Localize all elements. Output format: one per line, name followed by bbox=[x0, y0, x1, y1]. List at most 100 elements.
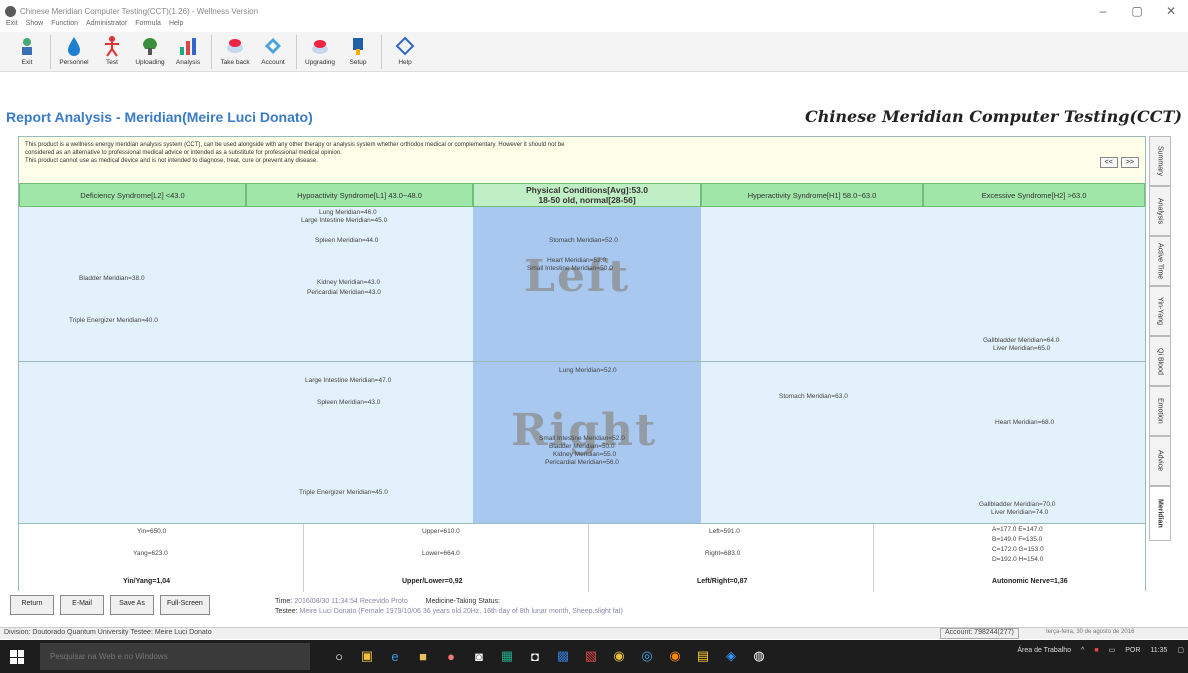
menu-help[interactable]: Help bbox=[169, 20, 183, 32]
app-icon-6[interactable]: ▤ bbox=[694, 646, 712, 666]
disclaimer-notice: This product is a wellness energy meridi… bbox=[19, 137, 1145, 183]
app-icon-8[interactable]: ◍ bbox=[750, 646, 768, 666]
notification-icon[interactable]: ▢ bbox=[1177, 646, 1184, 654]
meridian-value: Large Intestine Meridian=45.0 bbox=[301, 217, 388, 224]
meridian-value: Triple Energizer Meridian=40.0 bbox=[69, 317, 158, 324]
test-button[interactable]: Test bbox=[93, 32, 131, 72]
tray-app-icon[interactable]: ■ bbox=[1094, 647, 1098, 654]
testee-label: Testee: bbox=[275, 608, 298, 615]
folder-icon[interactable]: ■ bbox=[414, 646, 432, 666]
save-as-button[interactable]: Save As bbox=[110, 595, 154, 615]
tab-summary[interactable]: Summary bbox=[1149, 136, 1171, 186]
maximize-icon[interactable]: ▢ bbox=[1120, 2, 1154, 20]
meridian-value: Large Intestine Meridian=47.0 bbox=[305, 377, 392, 384]
return-button[interactable]: Return bbox=[10, 595, 54, 615]
tab-qi-blood[interactable]: Qi Blood bbox=[1149, 336, 1171, 386]
taskbar-search-input[interactable]: Pesquisar na Web e no Windows bbox=[40, 643, 310, 670]
edge-browser-icon[interactable]: e bbox=[386, 646, 404, 666]
analysis-chart-icon bbox=[180, 38, 196, 55]
tab-analysis[interactable]: Analysis bbox=[1149, 186, 1171, 236]
meridian-value: Pericardial Meridian=43.0 bbox=[307, 289, 381, 296]
analysis-button[interactable]: Analysis bbox=[169, 32, 207, 72]
window-title: Chinese Meridian Computer Testing(CCT)(1… bbox=[20, 6, 259, 16]
status-bar: Division: Doutorado Quantum University T… bbox=[0, 627, 1188, 639]
task-view-icon[interactable]: ○ bbox=[330, 646, 348, 666]
firefox-icon[interactable]: ◉ bbox=[666, 646, 684, 666]
meridian-value: Lung Meridian=46.0 bbox=[319, 209, 377, 216]
chevron-up-icon[interactable]: ^ bbox=[1081, 647, 1084, 654]
meridian-grid: Left Bladder Meridian=38.0 Triple Energi… bbox=[19, 207, 1145, 523]
tab-advice[interactable]: Advice bbox=[1149, 436, 1171, 486]
menu-function[interactable]: Function bbox=[51, 20, 78, 32]
store-icon[interactable]: ◘ bbox=[526, 646, 544, 666]
take-back-button[interactable]: Take back bbox=[216, 32, 254, 72]
app-icon-3[interactable]: ▩ bbox=[554, 646, 572, 666]
language-indicator[interactable]: POR bbox=[1125, 647, 1140, 654]
status-division: Division: Doutorado Quantum University T… bbox=[4, 629, 212, 636]
exit-button[interactable]: Exit bbox=[8, 32, 46, 72]
app-icon-1[interactable]: ● bbox=[442, 646, 460, 666]
upgrading-button[interactable]: Upgrading bbox=[301, 32, 339, 72]
meridian-value: Kidney Meridian=43.0 bbox=[317, 279, 381, 286]
tab-emotion[interactable]: Emotion bbox=[1149, 386, 1171, 436]
clock[interactable]: 11:35 bbox=[1150, 647, 1167, 654]
person-drop-icon bbox=[68, 37, 80, 56]
bottom-actions: Return E-Mail Save As Full-Screen bbox=[10, 595, 210, 615]
app-icon-5[interactable]: ◎ bbox=[638, 646, 656, 666]
testee-value: Meire Luci Donato (Female 1979/10/06 36 … bbox=[299, 608, 623, 615]
windows-start-icon[interactable] bbox=[10, 650, 24, 664]
minimize-icon[interactable]: – bbox=[1086, 2, 1120, 20]
meridian-value: Kidney Meridian=55.0 bbox=[553, 451, 617, 458]
meridian-value: Liver Meridian=74.0 bbox=[991, 509, 1049, 516]
close-icon[interactable]: ✕ bbox=[1154, 2, 1188, 20]
app-icon-2[interactable]: ▦ bbox=[498, 646, 516, 666]
syndrome-header-row: Deficiency Syndrome[L2] <43.0 Hypoactivi… bbox=[19, 183, 1145, 207]
header-hyperactivity: Hyperactivity Syndrome[H1] 58.0~63.0 bbox=[701, 183, 923, 207]
toolbar: Exit Personnel Test Uploading Analysis T… bbox=[0, 32, 1188, 72]
setup-icon bbox=[353, 38, 363, 55]
account-icon bbox=[265, 38, 281, 54]
menu-exit[interactable]: Exit bbox=[6, 20, 18, 32]
next-page-button[interactable]: >> bbox=[1120, 157, 1139, 168]
meridian-value: Bladder Meridian=50.0 bbox=[549, 443, 615, 450]
file-explorer-icon[interactable]: ▣ bbox=[358, 646, 376, 666]
meridian-value: Spleen Meridian=43.0 bbox=[317, 399, 381, 406]
meridian-value: Stomach Meridian=52.0 bbox=[549, 237, 618, 244]
meridian-value: Triple Energizer Meridian=45.0 bbox=[299, 489, 388, 496]
status-date: terça-feira, 30 de agosto de 2016 bbox=[1046, 629, 1135, 635]
app-icon-4[interactable]: ▧ bbox=[582, 646, 600, 666]
taskbar-apps: ○ ▣ e ■ ● ◙ ▦ ◘ ▩ ▧ ◉ ◎ ◉ ▤ ◈ ◍ bbox=[330, 646, 768, 666]
menu-administrator[interactable]: Administrator bbox=[86, 20, 127, 32]
time-label: Time: bbox=[275, 598, 293, 605]
chrome-icon[interactable]: ◉ bbox=[610, 646, 628, 666]
uploading-button[interactable]: Uploading bbox=[131, 32, 169, 72]
account-button[interactable]: Account bbox=[254, 32, 292, 72]
email-button[interactable]: E-Mail bbox=[60, 595, 104, 615]
upload-icon bbox=[143, 38, 157, 55]
summary-row: Yin=650.0 Yang=623.0 Yin/Yang=1,04 Upper… bbox=[19, 523, 1145, 592]
personnel-button[interactable]: Personnel bbox=[55, 32, 93, 72]
menu-show[interactable]: Show bbox=[26, 20, 44, 32]
setup-button[interactable]: Setup bbox=[339, 32, 377, 72]
app-icon-7[interactable]: ◈ bbox=[722, 646, 740, 666]
status-account: Account: 798244(277) bbox=[940, 628, 1019, 639]
upgrade-icon bbox=[312, 40, 328, 54]
tab-meridian[interactable]: Meridian bbox=[1149, 486, 1171, 541]
prev-page-button[interactable]: << bbox=[1099, 157, 1118, 168]
meridian-value: Heart Meridian=52.0 bbox=[547, 257, 607, 264]
desktop-label[interactable]: Área de Trabalho bbox=[1017, 647, 1071, 654]
menu-formula[interactable]: Formula bbox=[135, 20, 161, 32]
tab-yin-yang[interactable]: Yin-Yang bbox=[1149, 286, 1171, 336]
full-screen-button[interactable]: Full-Screen bbox=[160, 595, 210, 615]
network-icon[interactable]: ▭ bbox=[1109, 646, 1116, 654]
help-button[interactable]: Help bbox=[386, 32, 424, 72]
meridian-value: Small Intestine Meridian=52.0 bbox=[539, 435, 625, 442]
exit-icon bbox=[22, 38, 32, 55]
header-physical-conditions: Physical Conditions[Avg]:53.0 18-50 old,… bbox=[473, 183, 701, 207]
tab-active-time[interactable]: Active Time bbox=[1149, 236, 1171, 286]
taskbar: Pesquisar na Web e no Windows ○ ▣ e ■ ● … bbox=[0, 640, 1188, 673]
header-excessive: Excessive Syndrome[H2] >63.0 bbox=[923, 183, 1145, 207]
system-tray: Área de Trabalho ^ ■ ▭ POR 11:35 ▢ bbox=[1017, 646, 1184, 655]
app-icon bbox=[5, 5, 16, 17]
camera-icon[interactable]: ◙ bbox=[470, 646, 488, 666]
